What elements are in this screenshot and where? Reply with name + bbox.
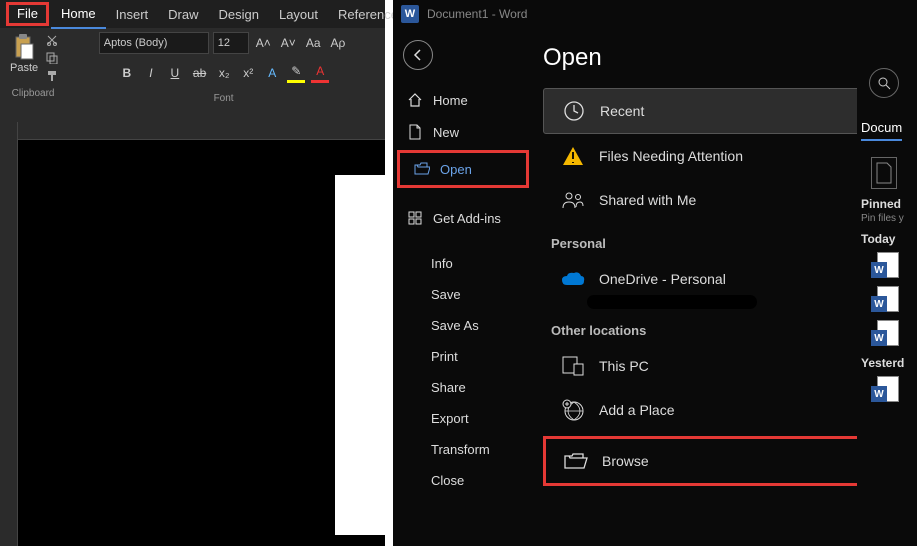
nav-export[interactable]: Export bbox=[393, 403, 533, 434]
browse-highlight: Browse bbox=[543, 436, 907, 486]
documents-tab[interactable]: Docum bbox=[861, 116, 902, 141]
document-title: Document1 - Word bbox=[427, 7, 527, 21]
nav-print[interactable]: Print bbox=[393, 341, 533, 372]
redacted-account bbox=[587, 295, 757, 309]
tab-insert[interactable]: Insert bbox=[106, 1, 159, 28]
folder-open-icon bbox=[414, 161, 430, 177]
document-canvas[interactable] bbox=[18, 140, 385, 546]
tab-design[interactable]: Design bbox=[209, 1, 269, 28]
recent-files-column: Docum Pinned Pin files y Today W W W Yes… bbox=[857, 28, 917, 546]
tab-layout[interactable]: Layout bbox=[269, 1, 328, 28]
font-group-label: Font bbox=[214, 93, 234, 104]
font-color-button[interactable]: A bbox=[311, 62, 329, 83]
horizontal-ruler[interactable] bbox=[18, 122, 385, 140]
underline-button[interactable]: U bbox=[166, 64, 184, 82]
nav-share[interactable]: Share bbox=[393, 372, 533, 403]
onedrive-icon bbox=[561, 267, 585, 291]
people-icon bbox=[561, 188, 585, 212]
font-family-select[interactable] bbox=[99, 32, 209, 54]
clipboard-group-label: Clipboard bbox=[12, 88, 55, 99]
copy-button[interactable] bbox=[44, 50, 60, 66]
warning-icon bbox=[561, 144, 585, 168]
recent-file-3[interactable]: W bbox=[871, 320, 899, 348]
location-browse[interactable]: Browse bbox=[546, 439, 904, 483]
file-tab-highlight: File bbox=[6, 2, 49, 26]
vertical-ruler[interactable] bbox=[0, 122, 18, 546]
clear-format-button[interactable]: Aρ bbox=[328, 34, 349, 52]
recent-file-2[interactable]: W bbox=[871, 286, 899, 314]
blank-doc-icon[interactable] bbox=[871, 157, 897, 189]
clock-icon bbox=[562, 99, 586, 123]
nav-transform[interactable]: Transform bbox=[393, 434, 533, 465]
font-size-select[interactable] bbox=[213, 32, 249, 54]
strike-button[interactable]: ab bbox=[190, 64, 209, 82]
location-thispc[interactable]: This PC bbox=[543, 344, 907, 388]
back-button[interactable] bbox=[403, 40, 433, 70]
paste-button[interactable]: Paste bbox=[6, 32, 42, 84]
backstage-view: W Document1 - Word Home New Open bbox=[393, 0, 917, 546]
tab-draw[interactable]: Draw bbox=[158, 1, 208, 28]
cut-button[interactable] bbox=[44, 32, 60, 48]
nav-close[interactable]: Close bbox=[393, 465, 533, 496]
location-attention[interactable]: Files Needing Attention bbox=[543, 134, 907, 178]
italic-button[interactable]: I bbox=[142, 64, 160, 82]
superscript-button[interactable]: x² bbox=[239, 64, 257, 82]
recent-file-4[interactable]: W bbox=[871, 376, 899, 404]
highlight-button[interactable]: ✎ bbox=[287, 62, 305, 83]
nav-home[interactable]: Home bbox=[393, 84, 533, 116]
grow-font-button[interactable]: A˄ bbox=[253, 34, 274, 52]
subscript-button[interactable]: x₂ bbox=[215, 64, 233, 82]
recent-file-1[interactable]: W bbox=[871, 252, 899, 280]
home-icon bbox=[407, 92, 423, 108]
nav-saveas[interactable]: Save As bbox=[393, 310, 533, 341]
nav-info[interactable]: Info bbox=[393, 248, 533, 279]
word-app-icon: W bbox=[401, 5, 419, 23]
addins-icon bbox=[407, 210, 423, 226]
bold-button[interactable]: B bbox=[118, 64, 136, 82]
title-bar: W Document1 - Word bbox=[393, 0, 917, 28]
format-painter-button[interactable] bbox=[44, 68, 60, 84]
new-doc-icon bbox=[407, 124, 423, 140]
location-recent[interactable]: Recent bbox=[543, 88, 907, 134]
tab-home[interactable]: Home bbox=[51, 0, 106, 29]
nav-new[interactable]: New bbox=[393, 116, 533, 148]
nav-save[interactable]: Save bbox=[393, 279, 533, 310]
pinned-subtext: Pin files y bbox=[861, 213, 917, 224]
word-main-window: File Home Insert Draw Design Layout Refe… bbox=[0, 0, 385, 546]
today-header: Today bbox=[861, 232, 917, 246]
backstage-nav: Home New Open Get Add-ins Info Save Save… bbox=[393, 28, 533, 546]
text-effects-button[interactable]: A bbox=[263, 64, 281, 82]
pinned-header: Pinned bbox=[861, 197, 917, 211]
pc-icon bbox=[561, 354, 585, 378]
browse-folder-icon bbox=[564, 449, 588, 473]
nav-addins[interactable]: Get Add-ins bbox=[393, 202, 533, 234]
tab-file[interactable]: File bbox=[9, 2, 46, 25]
page-edge bbox=[335, 175, 385, 535]
document-area bbox=[0, 122, 385, 546]
location-shared[interactable]: Shared with Me bbox=[543, 178, 907, 222]
shrink-font-button[interactable]: A˅ bbox=[278, 34, 299, 52]
nav-open[interactable]: Open bbox=[400, 153, 526, 185]
add-place-icon bbox=[561, 398, 585, 422]
location-addplace[interactable]: Add a Place bbox=[543, 388, 907, 432]
yesterday-header: Yesterd bbox=[861, 356, 917, 370]
font-group: A˄ A˅ Aa Aρ B I U ab x₂ x² A ✎ A Font bbox=[68, 32, 379, 104]
paste-label: Paste bbox=[10, 62, 38, 74]
ribbon-toolbar: Paste Clipboard A˄ A˅ Aa Aρ B bbox=[0, 28, 385, 122]
change-case-button[interactable]: Aa bbox=[303, 34, 324, 52]
search-button[interactable] bbox=[869, 68, 899, 98]
ribbon-tabs: File Home Insert Draw Design Layout Refe… bbox=[0, 0, 385, 28]
open-nav-highlight: Open bbox=[397, 150, 529, 188]
clipboard-group: Paste Clipboard bbox=[6, 32, 60, 99]
